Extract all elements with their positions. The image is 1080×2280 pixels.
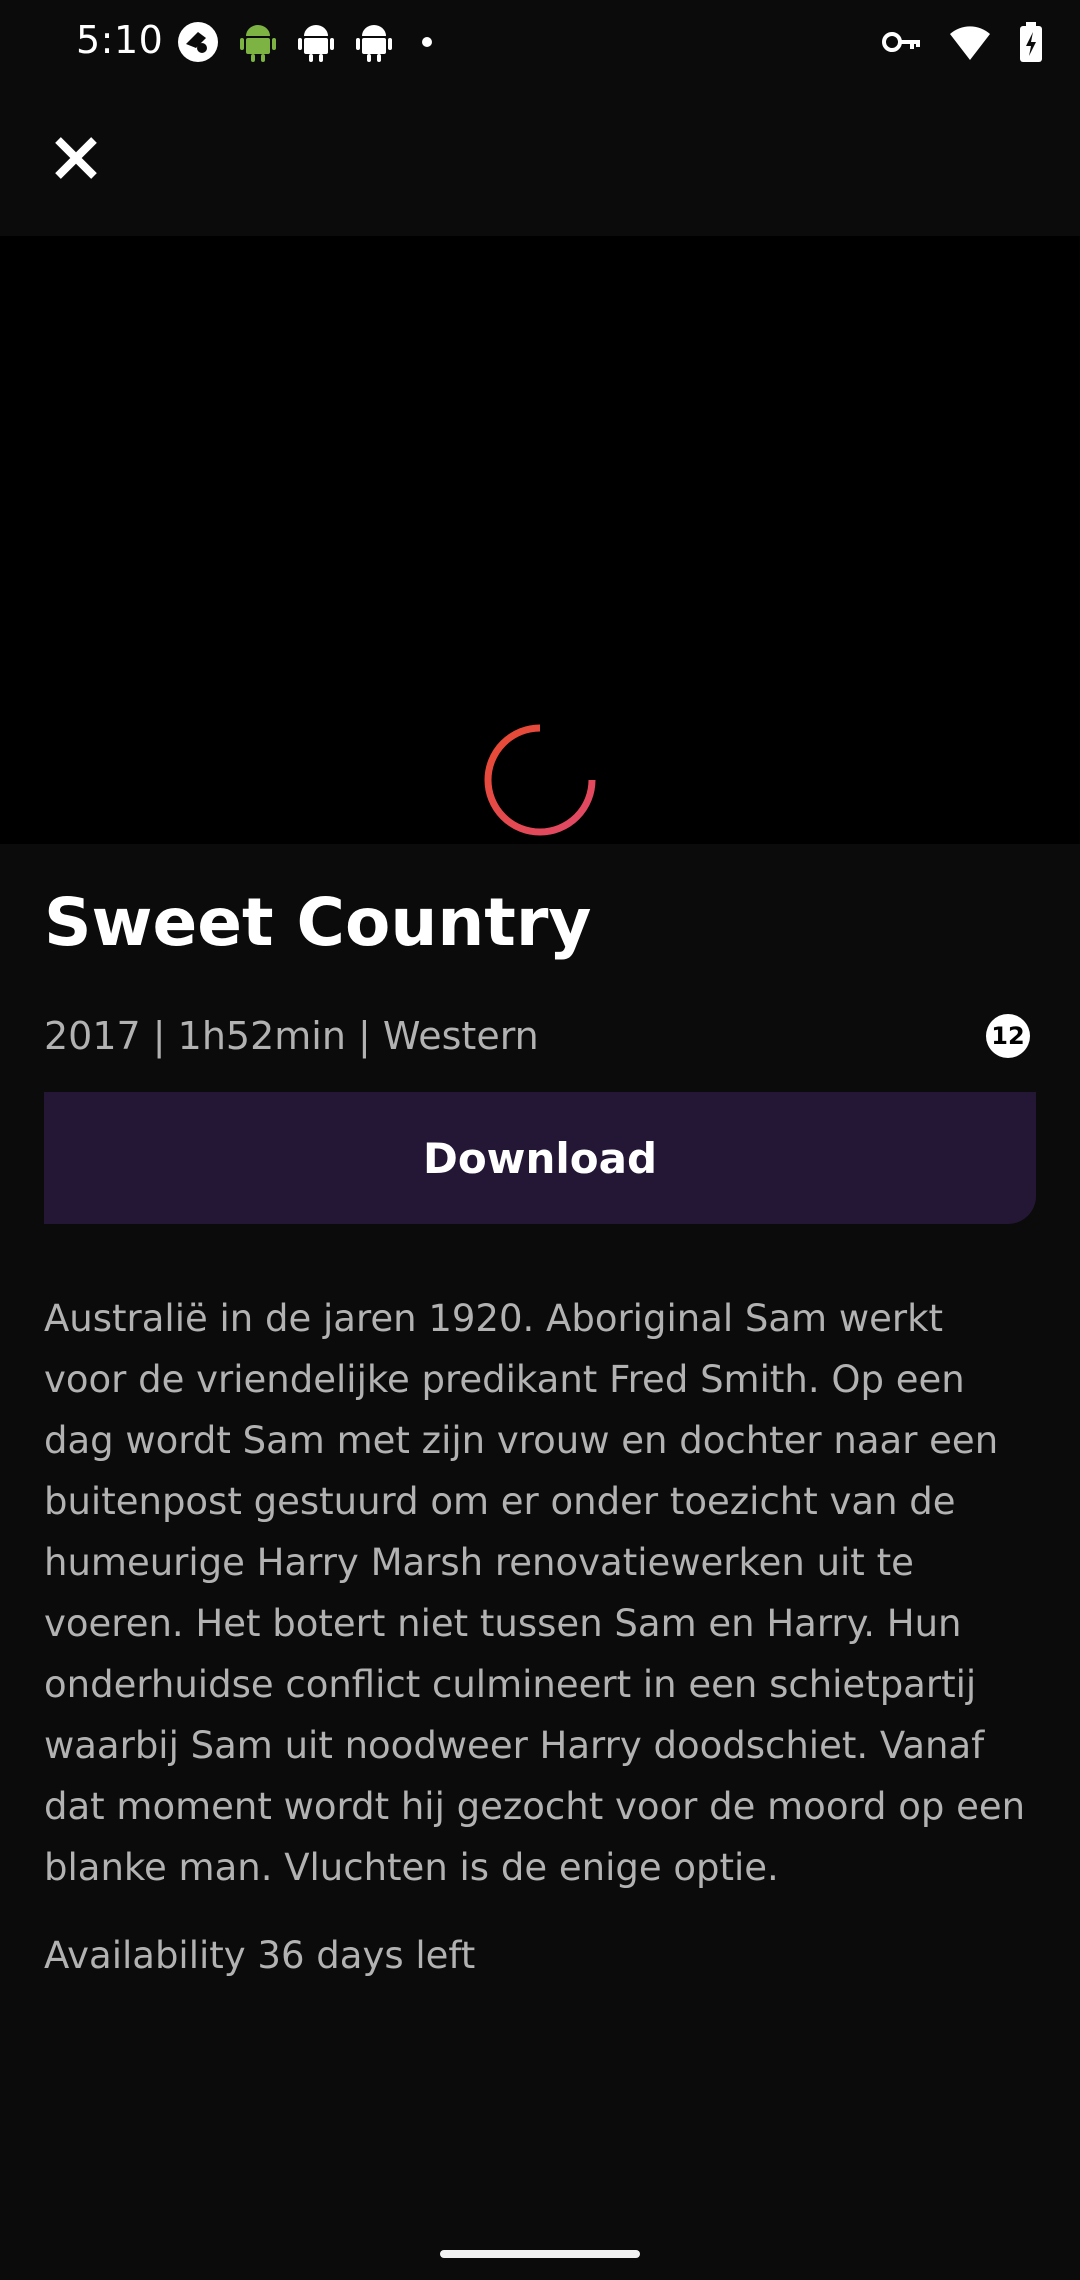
system-icons [882, 20, 1044, 64]
gesture-nav-handle[interactable] [440, 2250, 640, 2258]
android-icon [296, 20, 336, 64]
movie-description: Australië in de jaren 1920. Aboriginal S… [44, 1297, 1026, 1889]
movie-details: Sweet Country 2017 | 1h52min | Western 1… [0, 844, 1080, 2236]
status-time: 5:10 [76, 18, 164, 62]
movie-meta: 2017 | 1h52min | Western [44, 1014, 539, 1058]
dot-icon [412, 20, 442, 64]
close-icon [52, 134, 100, 186]
vpn-key-icon [882, 20, 922, 64]
age-rating-badge: 12 [986, 1014, 1030, 1058]
battery-charging-icon [1018, 20, 1044, 64]
close-button[interactable] [40, 124, 112, 196]
notification-icons [176, 20, 442, 64]
availability-text: Availability 36 days left [44, 1934, 476, 1977]
wifi-icon [948, 20, 992, 64]
loading-spinner-icon [484, 724, 596, 836]
app-icon [176, 20, 220, 64]
video-player[interactable] [0, 236, 1080, 844]
android-icon [238, 20, 278, 64]
download-button[interactable]: Download [44, 1092, 1036, 1224]
movie-title: Sweet Country [44, 884, 592, 961]
android-icon [354, 20, 394, 64]
top-bar [0, 84, 1080, 236]
status-bar: 5:10 [0, 0, 1080, 84]
